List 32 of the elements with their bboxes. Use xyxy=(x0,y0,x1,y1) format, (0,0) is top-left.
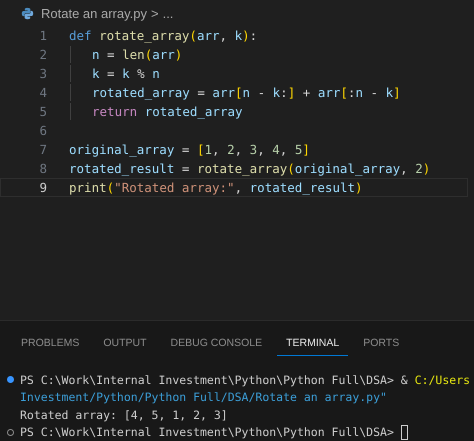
code-line: original_array = [1, 2, 3, 4, 5] xyxy=(69,142,310,157)
terminal-line: Investment/Python/Python Full/DSA/Rotate an array.py" xyxy=(20,390,387,404)
terminal-line: PS C:\Work\Internal Investment\Python\Python Full\DSA> xyxy=(20,425,395,440)
line-number: 8 xyxy=(38,160,48,176)
python-file-icon xyxy=(21,7,34,20)
terminal-line: PS C:\Work\Internal Investment\Python\Python Full\DSA> & C:/Users xyxy=(20,372,470,387)
empty-dot-icon xyxy=(6,428,14,436)
code-line: n = len(arr) xyxy=(92,46,182,62)
line-number: 2 xyxy=(38,46,48,62)
success-dot-icon xyxy=(6,376,14,384)
line-number: 4 xyxy=(38,84,48,100)
panel-tab[interactable]: PROBLEMS xyxy=(12,337,88,356)
breadcrumb-separator: > xyxy=(150,6,159,22)
code-line: return rotated_array xyxy=(92,104,243,119)
code-line: rotated_array = arr[n - k:] + arr[:n - k] xyxy=(92,84,401,100)
panel-tab[interactable]: PORTS xyxy=(354,337,408,356)
code-line: rotated_result = rotate_array(original_array, 2) xyxy=(69,160,430,176)
line-number: 5 xyxy=(38,104,48,119)
breadcrumb-file[interactable]: Rotate an array.py xyxy=(41,6,147,22)
terminal-line: Rotated array: [4, 5, 1, 2, 3] xyxy=(20,408,228,422)
line-number: 6 xyxy=(38,122,48,138)
breadcrumb-more[interactable]: ... xyxy=(162,6,174,22)
code-line: k = k % n xyxy=(92,66,160,81)
panel-tab[interactable]: TERMINAL xyxy=(277,337,348,356)
line-number: 9 xyxy=(38,180,48,195)
code-line: print("Rotated array:", rotated_result) xyxy=(69,180,363,195)
panel-tab[interactable]: OUTPUT xyxy=(94,337,156,356)
line-number: 1 xyxy=(38,28,48,43)
panel-tab[interactable]: DEBUG CONSOLE xyxy=(162,337,272,356)
line-number: 3 xyxy=(38,66,48,81)
line-number: 7 xyxy=(38,142,48,157)
code-line: def rotate_array(arr, k): xyxy=(69,28,258,43)
